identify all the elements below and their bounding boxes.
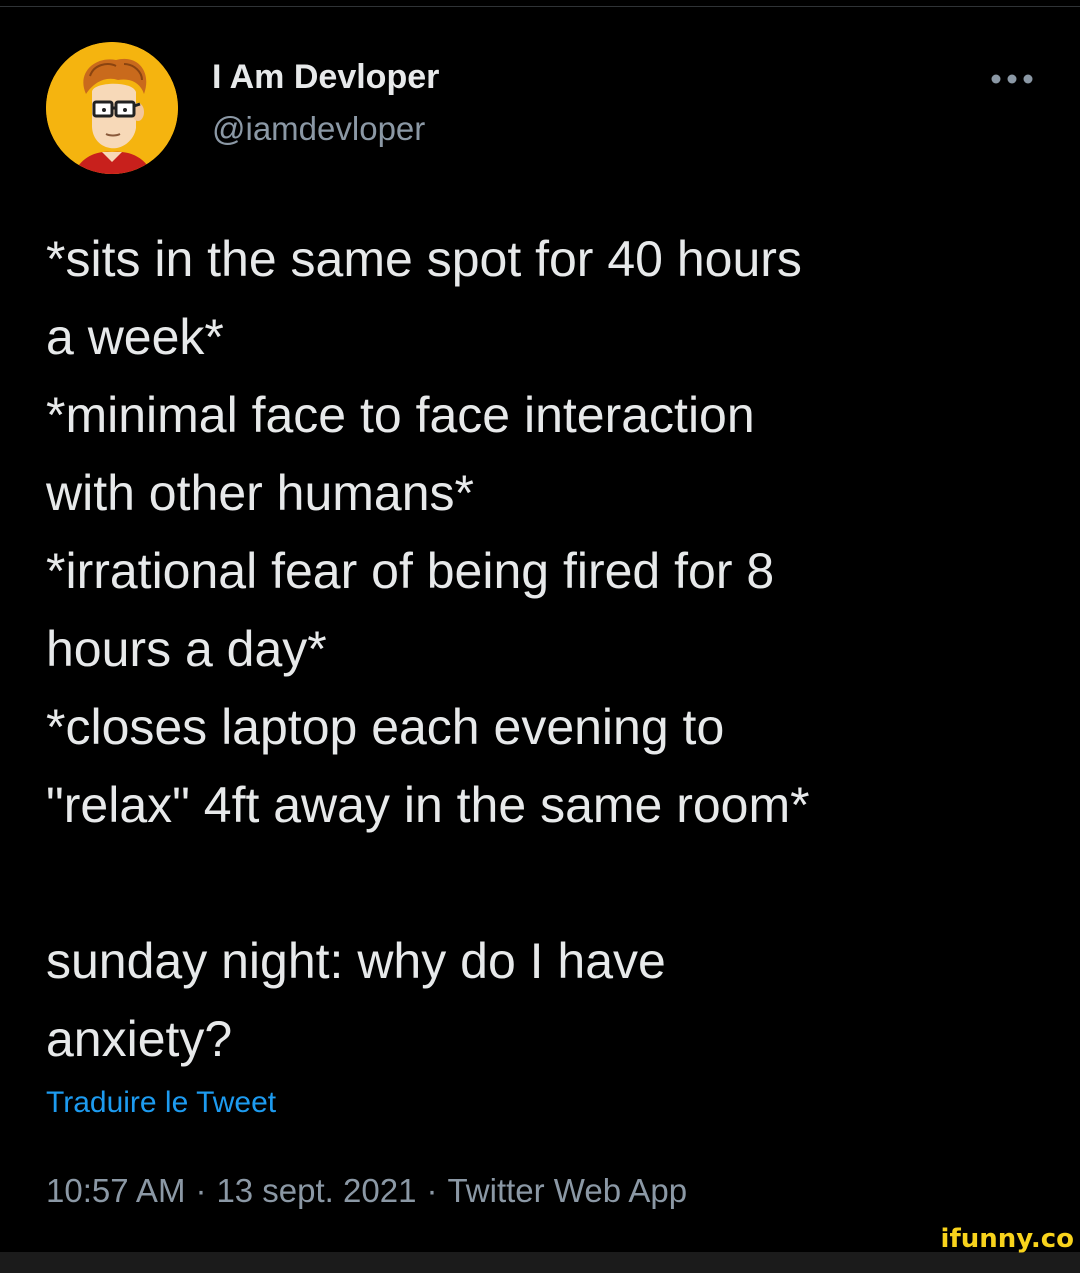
tweet-text-line: "relax" 4ft away in the same room*: [46, 777, 810, 833]
tweet-text-line: sunday night: why do I have: [46, 933, 666, 989]
tweet-text-line: anxiety?: [46, 1011, 233, 1067]
tweet-text-line: a week*: [46, 309, 224, 365]
tweet-text-line: *irrational fear of being fired for 8: [46, 543, 775, 599]
top-divider: [0, 6, 1080, 7]
footer-bar: [0, 1252, 1080, 1273]
translate-tweet-link[interactable]: Traduire le Tweet: [46, 1086, 276, 1120]
meta-separator: ·: [426, 1172, 438, 1209]
more-horizontal-icon: [991, 74, 1033, 84]
author-handle[interactable]: @iamdevloper: [212, 110, 425, 148]
author-name[interactable]: I Am Devloper: [212, 58, 439, 97]
tweet-text-line: hours a day*: [46, 621, 327, 677]
ifunny-watermark: ifunny.co: [940, 1224, 1074, 1254]
avatar[interactable]: [46, 42, 178, 174]
tweet-source[interactable]: Twitter Web App: [447, 1172, 687, 1209]
meta-separator: ·: [195, 1172, 207, 1209]
tweet-time[interactable]: 10:57 AM: [46, 1172, 185, 1209]
tweet-text-line: with other humans*: [46, 465, 475, 521]
tweet-text: *sits in the same spot for 40 hours a we…: [46, 220, 1056, 1078]
tweet-text-line: *minimal face to face interaction: [46, 387, 755, 443]
tweet-date[interactable]: 13 sept. 2021: [216, 1172, 416, 1209]
tweet-metadata: 10:57 AM · 13 sept. 2021 · Twitter Web App: [46, 1172, 687, 1210]
more-button[interactable]: [984, 62, 1040, 96]
cartoon-developer-avatar-icon: [46, 42, 178, 174]
tweet-card: I Am Devloper @iamdevloper *sits in the …: [0, 0, 1080, 1252]
tweet-text-line: *sits in the same spot for 40 hours: [46, 231, 802, 287]
tweet-text-line: *closes laptop each evening to: [46, 699, 725, 755]
